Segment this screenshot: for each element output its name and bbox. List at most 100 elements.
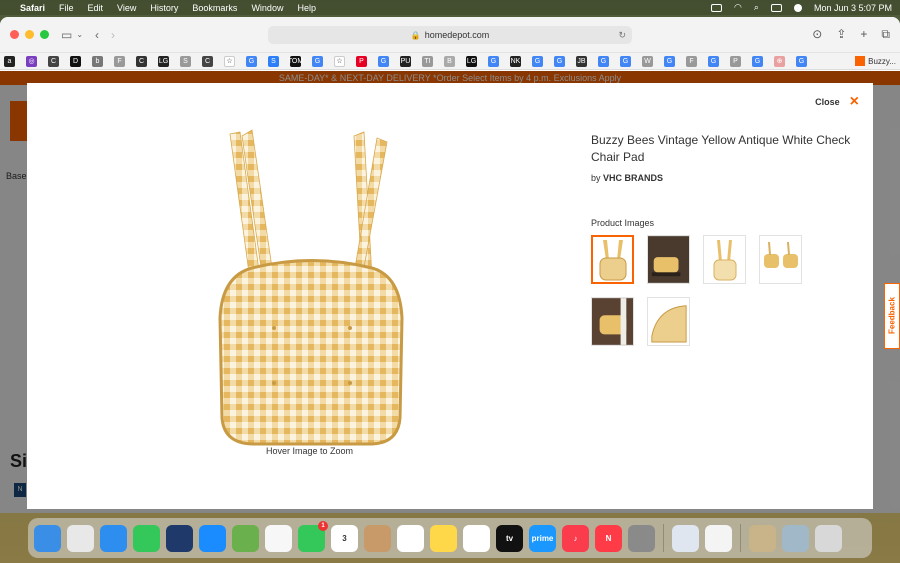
favorite-item[interactable]: ☆ [334, 55, 345, 67]
thumbnail-pair[interactable] [759, 235, 802, 284]
dock-app-facetime[interactable]: 1 [298, 520, 328, 552]
favorite-item[interactable]: G [488, 55, 499, 67]
favorite-item[interactable]: G [664, 55, 675, 67]
download-icon[interactable]: ⊙ [812, 27, 822, 42]
favorite-item[interactable]: ⊕ [774, 55, 785, 67]
favorite-item[interactable]: C [136, 55, 147, 67]
favorite-item[interactable]: C [48, 55, 59, 67]
favorite-item[interactable]: G [796, 55, 807, 67]
dock-app-notes[interactable] [430, 524, 457, 552]
dock-app-downloads[interactable] [782, 524, 809, 552]
favorite-item[interactable]: G [752, 55, 763, 67]
favorite-item[interactable]: TOM [288, 55, 303, 67]
tab-overview-icon[interactable]: ⧉ [881, 27, 890, 42]
favorite-item[interactable]: JB [576, 55, 587, 67]
thumbnail-chair-closeup[interactable] [591, 297, 634, 346]
thumbnail-on-chair[interactable] [647, 235, 690, 284]
feedback-tab[interactable]: Feedback [884, 283, 900, 349]
menu-item-history[interactable]: History [150, 3, 178, 13]
dock-app-music[interactable]: ♪ [562, 524, 589, 552]
new-tab-icon[interactable]: + [860, 27, 867, 42]
dock-app-folder[interactable] [749, 524, 776, 552]
menu-app-name[interactable]: Safari [20, 3, 45, 13]
thumbnail-ties[interactable] [703, 235, 746, 284]
dock-app-photos[interactable] [265, 524, 292, 552]
favorite-item[interactable]: a [4, 55, 15, 67]
share-icon[interactable]: ⇪ [836, 27, 846, 42]
menu-item-view[interactable]: View [117, 3, 136, 13]
favorite-item[interactable]: b [92, 55, 103, 67]
favorite-item[interactable]: G [554, 55, 565, 67]
dock-app-app-store[interactable] [199, 524, 226, 552]
favorite-item[interactable]: G [246, 55, 257, 67]
favorite-item[interactable]: LG [158, 55, 169, 67]
sidebar-icon[interactable]: ▭ [61, 28, 72, 42]
dock-app-launchpad[interactable] [67, 524, 94, 552]
favorite-item[interactable]: S [180, 55, 191, 67]
reload-icon[interactable]: ↻ [618, 30, 626, 41]
main-product-image[interactable] [212, 128, 412, 448]
back-icon[interactable]: ‹ [95, 28, 99, 42]
dock-app-safari[interactable] [100, 524, 127, 552]
dock-app-news[interactable]: N [595, 524, 622, 552]
menu-item-bookmarks[interactable]: Bookmarks [192, 3, 237, 13]
dock-app-trash[interactable] [815, 524, 842, 552]
favorite-item[interactable]: PU [400, 55, 411, 67]
menu-item-help[interactable]: Help [297, 3, 316, 13]
chevron-down-icon[interactable]: ⌄ [76, 30, 83, 39]
brand-link[interactable]: VHC BRANDS [603, 173, 663, 183]
favorite-item[interactable]: G [378, 55, 389, 67]
menu-item-edit[interactable]: Edit [88, 3, 104, 13]
favorite-item[interactable]: W [642, 55, 653, 67]
favorite-item[interactable]: G [598, 55, 609, 67]
favorite-item[interactable]: G [708, 55, 719, 67]
control-center-icon[interactable] [770, 3, 782, 12]
thumbnail-fabric-detail[interactable] [647, 297, 690, 346]
favorite-item[interactable]: ◎ [26, 55, 37, 67]
siri-icon[interactable] [793, 3, 802, 12]
favorite-item[interactable]: C [202, 55, 213, 67]
dock-app-tv[interactable]: tv [496, 524, 523, 552]
thumbnail-front[interactable] [591, 235, 634, 284]
close-window-button[interactable] [10, 30, 19, 39]
dock-app-textedit[interactable] [705, 524, 732, 552]
favorite-item[interactable]: F [686, 55, 697, 67]
dock-app-calendar[interactable]: 3 [331, 524, 358, 552]
favorite-item[interactable]: S [268, 55, 279, 67]
dock-app-preview[interactable] [672, 524, 699, 552]
favorite-item[interactable]: ☆ [224, 55, 235, 67]
favorite-last[interactable]: Buzzy... [855, 56, 896, 66]
favorite-item[interactable]: TI [422, 55, 433, 67]
search-icon[interactable]: ⌕ [754, 2, 759, 13]
address-bar[interactable]: 🔒 homedepot.com ↻ [268, 26, 632, 44]
wifi-icon[interactable]: ◠ [734, 2, 742, 13]
product-title: Buzzy Bees Vintage Yellow Antique White … [591, 133, 851, 164]
favorite-item[interactable]: D [70, 55, 81, 67]
zoom-window-button[interactable] [40, 30, 49, 39]
favorite-item[interactable]: NK [510, 55, 521, 67]
favorite-item[interactable]: G [312, 55, 323, 67]
favorite-item[interactable]: P [356, 55, 367, 67]
dock-app-contacts[interactable] [364, 524, 391, 552]
favorite-item[interactable]: F [114, 55, 125, 67]
dock-app-finder[interactable] [34, 524, 61, 552]
menu-item-window[interactable]: Window [251, 3, 283, 13]
menu-item-file[interactable]: File [59, 3, 74, 13]
forward-icon[interactable]: › [111, 28, 115, 42]
favorite-item[interactable]: G [532, 55, 543, 67]
dock-app-freeform[interactable] [463, 524, 490, 552]
dock-app-system-settings[interactable] [628, 524, 655, 552]
dock-app-app[interactable] [166, 524, 193, 552]
dock-app-maps[interactable] [232, 524, 259, 552]
dock-app-prime-video[interactable]: prime [529, 524, 556, 552]
favorite-item[interactable]: B [444, 55, 455, 67]
favorite-item[interactable]: P [730, 55, 741, 67]
favorite-item[interactable]: G [620, 55, 631, 67]
menu-clock[interactable]: Mon Jun 3 5:07 PM [814, 3, 892, 13]
close-button[interactable]: Close × [815, 94, 859, 110]
minimize-window-button[interactable] [25, 30, 34, 39]
favorite-item[interactable]: LG [466, 55, 477, 67]
battery-icon[interactable] [711, 3, 723, 12]
dock-app-reminders[interactable] [397, 524, 424, 552]
dock-app-messages[interactable] [133, 524, 160, 552]
